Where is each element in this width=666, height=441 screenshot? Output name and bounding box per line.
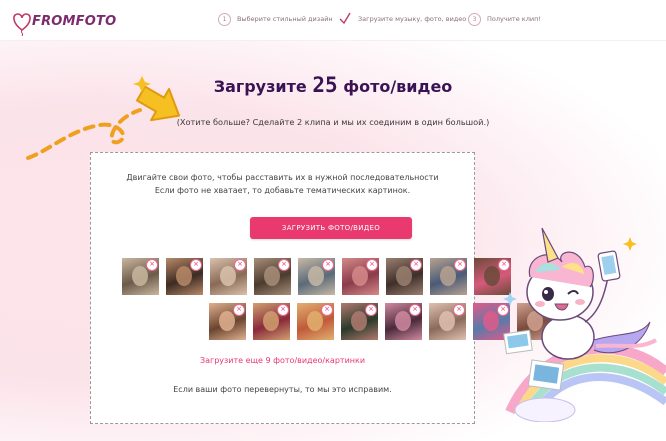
photo-image — [176, 266, 192, 286]
photo-thumbnail[interactable]: × — [122, 258, 159, 295]
photo-image — [264, 266, 280, 286]
photo-thumbnail[interactable]: × — [341, 303, 378, 340]
photo-thumbnail[interactable]: × — [297, 303, 334, 340]
delete-photo-icon[interactable]: × — [190, 259, 202, 271]
delete-photo-icon[interactable]: × — [234, 259, 246, 271]
photo-image — [440, 266, 456, 286]
delete-photo-icon[interactable]: × — [366, 259, 378, 271]
delete-photo-icon[interactable]: × — [321, 304, 333, 316]
upload-dropzone[interactable]: Двигайте свои фото, чтобы расставить их … — [90, 152, 554, 424]
photo-thumbnail[interactable]: × — [430, 258, 467, 295]
title-count: 25 — [312, 73, 338, 97]
photo-image — [263, 311, 279, 331]
photo-thumbnail[interactable]: × — [253, 303, 290, 340]
photo-image — [396, 266, 412, 286]
top-header: FROMFOTO 1 Выберите стильный дизайн Загр… — [0, 0, 666, 41]
photo-image — [483, 311, 499, 331]
delete-photo-icon[interactable]: × — [453, 304, 465, 316]
delete-photo-icon[interactable]: × — [277, 304, 289, 316]
photo-thumbnail[interactable]: × — [385, 303, 422, 340]
photo-thumbnail[interactable]: × — [429, 303, 466, 340]
photo-thumbnail[interactable]: × — [254, 258, 291, 295]
delete-photo-icon[interactable]: × — [146, 259, 158, 271]
photo-image — [484, 266, 500, 286]
photo-image — [132, 266, 148, 286]
logo[interactable]: FROMFOTO — [10, 10, 116, 36]
title-prefix: Загрузите — [213, 77, 307, 96]
photo-thumbnail[interactable]: × — [298, 258, 335, 295]
page-title: Загрузите 25 фото/видео — [0, 73, 666, 97]
photo-image — [219, 311, 235, 331]
step-2: Загрузите музыку, фото, видео — [338, 10, 466, 28]
photo-image — [308, 266, 324, 286]
page-subtitle: (Хотите больше? Сделайте 2 клипа и мы их… — [176, 117, 490, 127]
delete-photo-icon[interactable]: × — [409, 304, 421, 316]
delete-photo-icon[interactable]: × — [322, 259, 334, 271]
photo-image — [352, 266, 368, 286]
step-3: 3 Получите клип! — [468, 10, 541, 28]
step-1-label: Выберите стильный дизайн — [237, 15, 333, 23]
photo-image — [220, 266, 236, 286]
step-2-label: Загрузите музыку, фото, видео — [358, 15, 467, 23]
delete-photo-icon[interactable]: × — [233, 304, 245, 316]
flip-note-text: Если ваши фото перевернуты, то мы это ис… — [173, 385, 392, 394]
photo-thumbnail[interactable]: × — [166, 258, 203, 295]
upload-more-text: Загрузите еще 9 фото/видео/картинки — [199, 356, 366, 365]
instruction-line-2: Если фото не хватает, то добавьте темати… — [154, 186, 411, 195]
photo-image — [351, 311, 367, 331]
logo-text: FROMFOTO — [32, 14, 117, 29]
step-3-label: Получите клип! — [487, 15, 541, 23]
delete-photo-icon[interactable]: × — [365, 304, 377, 316]
balloon-heart-icon — [13, 13, 31, 36]
delete-photo-icon[interactable]: × — [454, 259, 466, 271]
photo-image — [307, 311, 323, 331]
photo-image — [395, 311, 411, 331]
step-1-number: 1 — [218, 12, 231, 26]
photo-thumbnail[interactable]: × — [210, 258, 247, 295]
photo-thumbnail[interactable]: × — [386, 258, 423, 295]
step-3-number: 3 — [468, 12, 481, 26]
unicorn-illustration — [503, 227, 666, 422]
delete-photo-icon[interactable]: × — [278, 259, 290, 271]
photo-image — [439, 311, 455, 331]
checkmark-icon — [339, 12, 351, 25]
step-1: 1 Выберите стильный дизайн — [218, 10, 333, 28]
title-suffix: фото/видео — [343, 77, 453, 96]
photo-thumbnail[interactable]: × — [342, 258, 379, 295]
delete-photo-icon[interactable]: × — [410, 259, 422, 271]
photo-thumbnail[interactable]: × — [209, 303, 246, 340]
instruction-line-1: Двигайте свои фото, чтобы расставить их … — [126, 173, 439, 182]
upload-photos-button[interactable]: ЗАГРУЗИТЬ ФОТО/ВИДЕО — [250, 217, 412, 239]
